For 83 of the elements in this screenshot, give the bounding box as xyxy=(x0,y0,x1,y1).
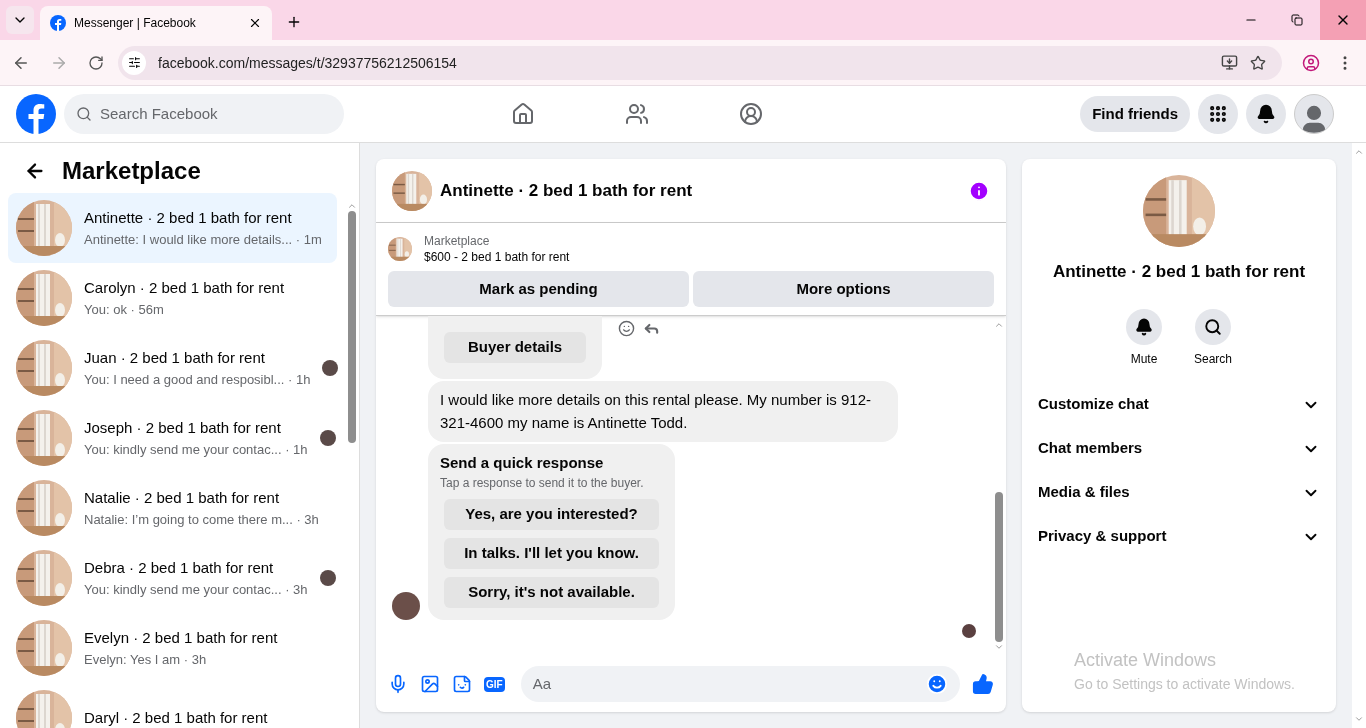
emoji-icon[interactable] xyxy=(926,673,948,695)
conversation-name: Antinette · 2 bed 1 bath for rent xyxy=(84,208,292,228)
bookmark-icon[interactable] xyxy=(1250,54,1266,71)
react-icon[interactable] xyxy=(618,320,636,337)
message-preview: Evelyn: Yes I am · 3h xyxy=(84,650,207,669)
info-icon[interactable] xyxy=(968,179,990,202)
search-icon xyxy=(1204,317,1222,336)
details-section[interactable]: Chat members xyxy=(1030,426,1328,471)
quick-response-button[interactable]: Yes, are you interested? xyxy=(444,498,659,530)
image-icon[interactable] xyxy=(420,674,440,694)
buyer-details-button[interactable]: Buyer details xyxy=(444,332,587,363)
like-icon[interactable] xyxy=(972,673,994,695)
microphone-icon[interactable] xyxy=(388,674,408,694)
chat-title: Antinette · 2 bed 1 bath for rent xyxy=(440,179,694,202)
message-bubble: I would like more details on this rental please. My number is 912-321-4600 my name is Antinette Todd. xyxy=(428,381,898,442)
sidebar-title: Marketplace xyxy=(62,156,201,186)
details-section[interactable]: Media & files xyxy=(1030,470,1328,515)
avatar xyxy=(962,623,976,638)
action-label: Mute xyxy=(1130,350,1158,367)
friends-icon[interactable] xyxy=(625,102,650,126)
address-bar[interactable]: facebook.com/messages/t/32937756212506154 xyxy=(118,45,1282,80)
listing-title: $600 - 2 bed 1 bath for rent xyxy=(424,249,570,265)
message-preview: Antinette: I would like more details... · 1m xyxy=(84,230,322,249)
message-input[interactable]: Aa xyxy=(520,666,960,702)
search-icon xyxy=(76,106,92,122)
close-icon[interactable] xyxy=(248,16,262,30)
message-preview: You: ok · 56m xyxy=(84,300,164,319)
install-icon[interactable] xyxy=(1221,54,1238,71)
notifications-button[interactable] xyxy=(1246,94,1286,134)
conversation-name: Carolyn · 2 bed 1 bath for rent xyxy=(84,278,285,298)
scrollbar-thumb[interactable] xyxy=(995,492,1003,642)
avatar xyxy=(392,591,420,620)
groups-icon[interactable] xyxy=(739,102,764,126)
grid-icon xyxy=(1208,104,1228,124)
details-section[interactable]: Privacy & support xyxy=(1030,514,1328,559)
quick-response-button[interactable]: Sorry, it's not available. xyxy=(444,576,659,608)
bell-icon xyxy=(1135,317,1153,336)
browser-tab[interactable]: Messenger | Facebook xyxy=(40,6,272,40)
message-preview: You: kindly send me your contac... · 1h xyxy=(84,440,308,459)
menu-button[interactable] xyxy=(1198,94,1238,134)
home-icon[interactable] xyxy=(511,102,536,126)
conversation-name: Debra · 2 bed 1 bath for rent xyxy=(84,558,274,578)
listing-action-button[interactable]: More options xyxy=(693,271,994,307)
conversation-name: Natalie · 2 bed 1 bath for rent xyxy=(84,488,280,508)
search-button[interactable] xyxy=(1195,308,1231,345)
bell-icon xyxy=(1256,104,1276,124)
reload-icon[interactable] xyxy=(88,54,104,71)
sliders-icon xyxy=(127,56,141,69)
profile-icon[interactable] xyxy=(1302,53,1320,72)
search-field[interactable]: Search Facebook xyxy=(64,94,344,134)
url-text: facebook.com/messages/t/32937756212506154 xyxy=(158,53,458,73)
close-button[interactable] xyxy=(1320,0,1366,40)
conversation-item[interactable]: Antinette · 2 bed 1 bath for rent Antinette: I would like more details... · 1m xyxy=(8,193,337,263)
facebook-logo-icon xyxy=(50,15,66,31)
sticker-icon[interactable] xyxy=(452,674,472,694)
gif-button[interactable]: GIF xyxy=(484,676,505,692)
conversation-name: Daryl · 2 bed 1 bath for rent xyxy=(84,707,268,728)
conversation-name: Joseph · 2 bed 1 bath for rent xyxy=(84,418,281,438)
site-settings-icon[interactable] xyxy=(122,50,146,75)
listing-label: Marketplace xyxy=(424,233,491,249)
new-tab-icon[interactable] xyxy=(286,14,302,30)
activation-title: Activate Windows xyxy=(1074,649,1218,672)
activation-subtitle: Go to Settings to activate Windows. xyxy=(1074,675,1295,694)
restore-icon xyxy=(1291,14,1303,26)
conversation-name: Juan · 2 bed 1 bath for rent xyxy=(84,348,265,368)
message-preview: You: I need a good and resposibl... · 1h xyxy=(84,370,311,389)
details-name: Antinette · 2 bed 1 bath for rent xyxy=(1052,261,1306,283)
facebook-logo-icon[interactable] xyxy=(16,94,56,134)
message-preview: You: kindly send me your contac... · 3h xyxy=(84,580,308,599)
mute-button[interactable] xyxy=(1126,308,1162,345)
account-button[interactable] xyxy=(1294,94,1334,134)
listing-action-button[interactable]: Mark as pending xyxy=(388,271,689,307)
details-section[interactable]: Customize chat xyxy=(1030,382,1328,427)
find-friends-button[interactable]: Find friends xyxy=(1080,96,1190,132)
quick-response-title: Send a quick response xyxy=(440,453,605,473)
action-label: Search xyxy=(1194,350,1232,367)
tab-title: Messenger | Facebook xyxy=(74,15,197,31)
scrollbar-thumb[interactable] xyxy=(348,211,356,443)
quick-response-button[interactable]: In talks. I'll let you know. xyxy=(444,537,659,569)
conversation-name: Evelyn · 2 bed 1 bath for rent xyxy=(84,628,278,648)
quick-response-subtitle: Tap a response to send it to the buyer. xyxy=(440,474,645,491)
message-preview: Natalie: I’m going to come there m... · 3h xyxy=(84,510,319,529)
tab-list-button[interactable] xyxy=(6,6,34,34)
